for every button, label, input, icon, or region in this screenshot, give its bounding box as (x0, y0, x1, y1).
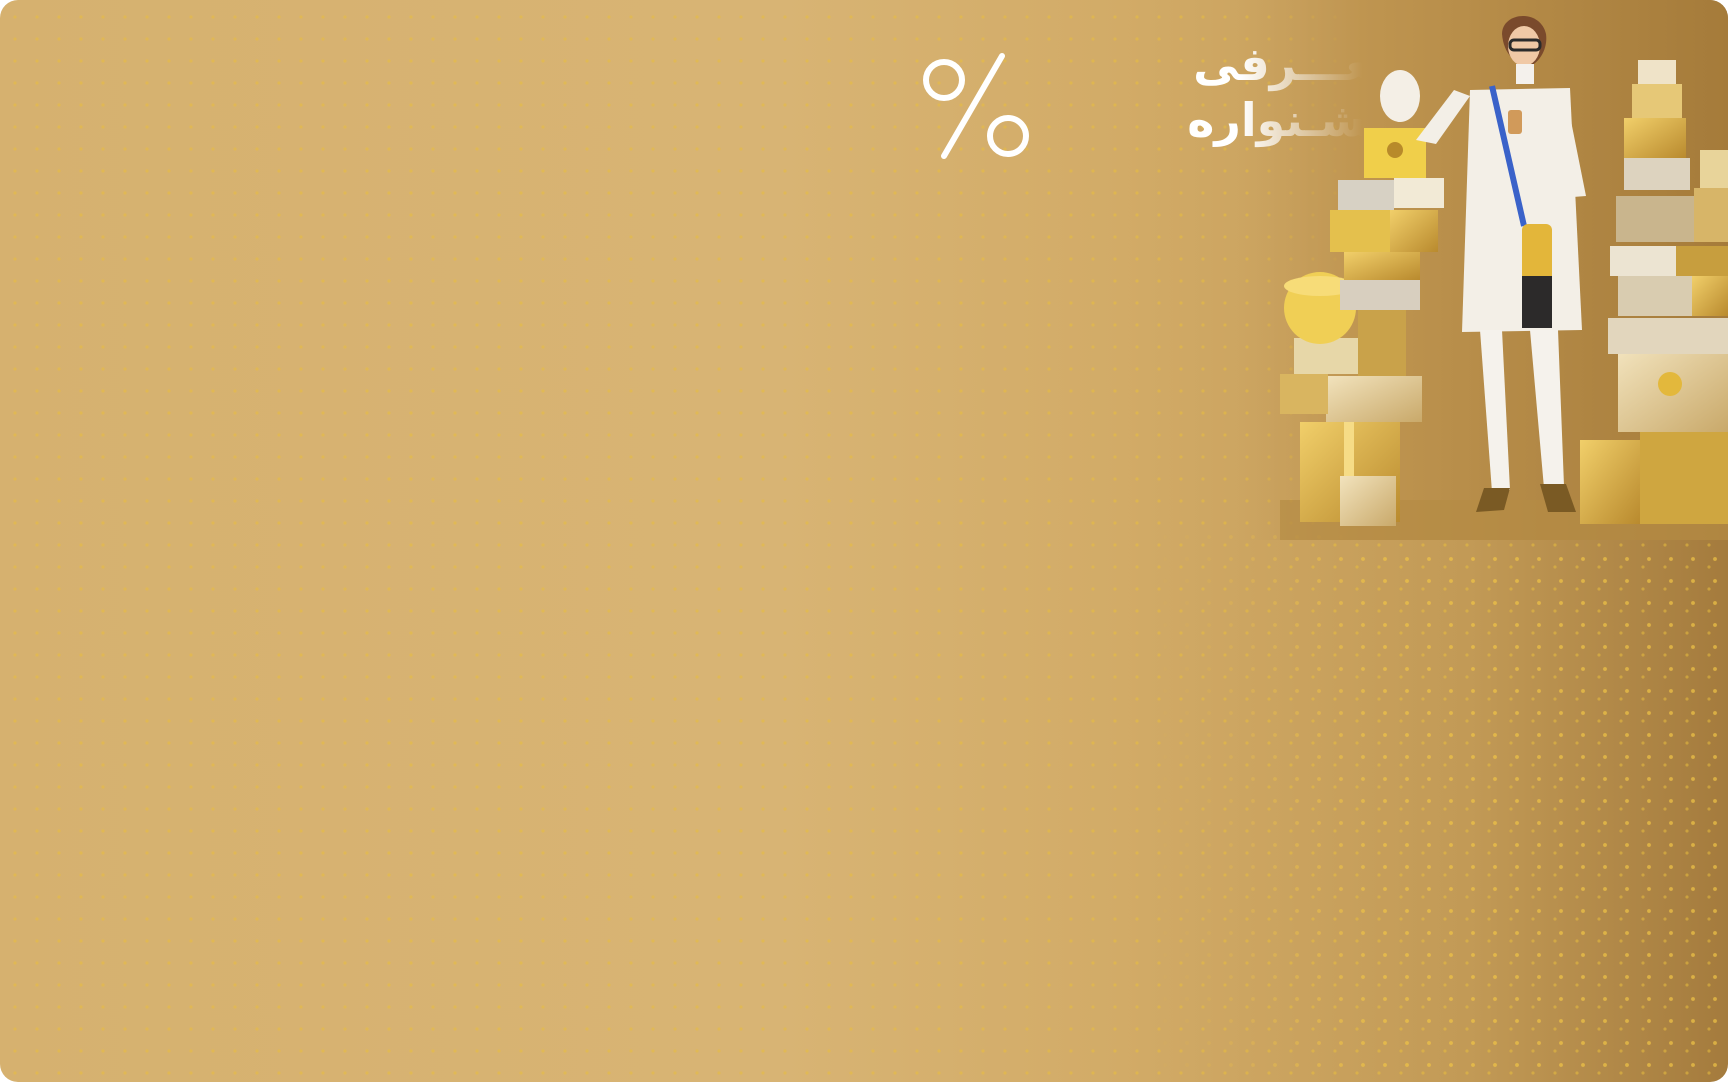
gift-box (1632, 84, 1682, 118)
gift-box (1394, 178, 1444, 208)
gift-box (1390, 210, 1438, 252)
gift-box (1330, 210, 1390, 252)
gift-box (1618, 276, 1692, 316)
gift-box (1640, 432, 1728, 524)
gift-bag (1380, 70, 1420, 122)
gift-box (1676, 246, 1728, 276)
gift-box (1610, 246, 1676, 276)
festival-banner: معـــرفی جشـنواره (0, 0, 1728, 1082)
currency-symbol-pattern-highlight (1150, 520, 1728, 1082)
gift-box (1624, 158, 1690, 190)
percent-icon (923, 53, 1029, 159)
gift-box (1624, 118, 1686, 158)
gift-box (1358, 306, 1406, 376)
gift-box (1326, 376, 1422, 422)
gift-box (1638, 60, 1676, 84)
gift-box (1340, 280, 1420, 310)
gift-box (1616, 196, 1694, 242)
gift-box (1340, 476, 1396, 526)
woman-with-gift-boxes-photo (1240, 0, 1728, 540)
gift-box (1608, 318, 1728, 354)
gift-box (1692, 276, 1728, 316)
gift-box (1344, 252, 1420, 280)
gift-box (1580, 440, 1640, 524)
gift-box (1338, 180, 1394, 210)
gift-box (1280, 374, 1328, 414)
gift-box (1694, 188, 1728, 242)
gift-box (1700, 150, 1728, 188)
